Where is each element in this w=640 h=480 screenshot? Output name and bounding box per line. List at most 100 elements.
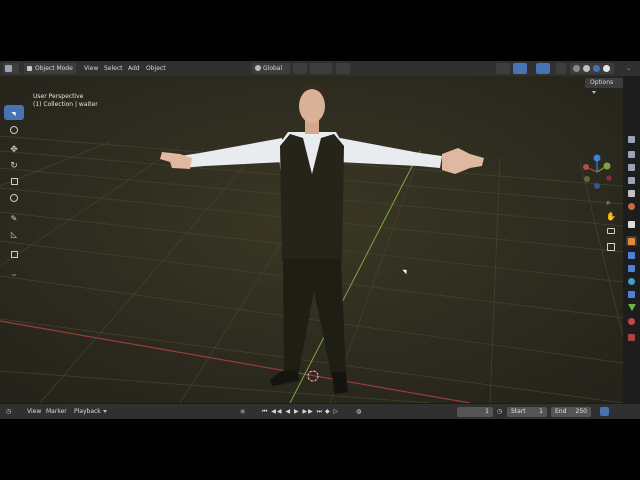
viewport-canvas — [0, 76, 623, 403]
menu-view[interactable]: View — [84, 63, 98, 74]
timeline-view-button[interactable] — [600, 407, 609, 416]
options-caret-icon — [592, 91, 596, 94]
object-tab[interactable] — [626, 236, 637, 246]
transform-icon — [10, 193, 18, 202]
header-collapse-icon[interactable]: ⌄ — [626, 63, 631, 74]
xray-button[interactable] — [556, 63, 566, 74]
current-frame-field[interactable]: 1 — [457, 407, 493, 417]
scale-tool[interactable] — [4, 174, 24, 189]
scale-icon — [10, 178, 18, 185]
shading-buttons[interactable] — [570, 63, 614, 74]
world-icon — [628, 202, 635, 210]
texture-tab[interactable] — [626, 332, 637, 342]
timeline-menu-playback[interactable]: Playback — [74, 407, 101, 417]
viewport-collection-label: (1) Collection | waiter — [33, 101, 98, 108]
pan-icon[interactable]: ✋ — [606, 212, 616, 221]
zoom-icon[interactable]: ⌕ — [606, 198, 610, 208]
pivot-button[interactable] — [293, 63, 307, 74]
proportional-edit-button[interactable] — [336, 63, 350, 74]
render-tab[interactable] — [626, 149, 637, 159]
annotate-tool[interactable]: ✎ — [4, 211, 24, 226]
end-frame-field[interactable]: End 250 — [551, 407, 591, 417]
collection-tab[interactable] — [626, 219, 637, 229]
timeline-menu-view[interactable]: View — [27, 407, 41, 417]
grid-toggle-icon[interactable] — [607, 243, 615, 251]
rendered-shading-icon — [603, 65, 610, 72]
timeline-menu-marker[interactable]: Marker — [46, 407, 67, 417]
end-value: 250 — [575, 408, 587, 415]
properties-tab-strip — [623, 76, 640, 403]
texture-icon — [628, 333, 635, 341]
material-tab[interactable] — [626, 316, 637, 326]
keying-icon[interactable]: ◉ — [240, 407, 245, 417]
scene-icon — [628, 189, 635, 197]
particles-tab[interactable] — [626, 263, 637, 273]
overlay-toggle-button[interactable] — [536, 63, 550, 74]
constraints-tab[interactable] — [626, 289, 637, 299]
add-cube-icon — [10, 251, 18, 258]
keyframe-jump-controls[interactable]: ◆ ▷ — [325, 407, 339, 417]
world-tab[interactable] — [626, 201, 637, 211]
rotate-icon: ↻ — [10, 160, 18, 171]
move-tool[interactable]: ✥ — [4, 142, 24, 157]
material-icon — [628, 317, 635, 325]
mode-label: Object Mode — [35, 65, 73, 72]
gizmo-toggle-button[interactable] — [513, 63, 527, 74]
particles-icon — [628, 264, 635, 272]
menu-select[interactable]: Select — [104, 63, 123, 74]
move-icon: ✥ — [10, 144, 18, 155]
cursor-icon — [10, 125, 18, 134]
orientation-label: Global — [263, 65, 283, 72]
visibility-button[interactable] — [496, 63, 510, 74]
constraints-icon — [628, 290, 635, 298]
object-mode-icon — [27, 66, 32, 71]
playback-controls[interactable]: ⏮ ◀◀ ◀ ▶ ▶▶ ⏭ — [262, 407, 323, 417]
camera-view-icon[interactable] — [607, 228, 615, 234]
solid-shading-icon — [583, 65, 590, 72]
data-tab[interactable] — [626, 302, 637, 312]
rotate-tool[interactable]: ↻ — [4, 158, 24, 173]
material-shading-icon — [593, 65, 600, 72]
options-label: Options — [590, 79, 614, 86]
physics-icon — [628, 277, 635, 285]
auto-key-button[interactable]: ◍ — [356, 407, 361, 417]
viewport-perspective-label: User Perspective — [33, 93, 84, 100]
start-label: Start — [511, 408, 526, 415]
modifier-tab[interactable] — [626, 250, 637, 260]
editor-type-icon — [5, 65, 12, 72]
editor-type-button[interactable] — [3, 63, 19, 74]
menu-object[interactable]: Object — [146, 63, 166, 74]
mouse-pointer — [402, 267, 409, 275]
measure-icon: ◺ — [10, 230, 18, 239]
viewport-header: Object Mode View Select Add Object Globa… — [0, 61, 640, 76]
select-box-icon — [10, 109, 18, 116]
render-icon — [628, 150, 635, 158]
snap-button[interactable] — [310, 63, 332, 74]
scene-tab[interactable] — [626, 188, 637, 198]
timeline-editor-icon[interactable]: ◷ — [6, 407, 11, 417]
view-layer-icon — [628, 176, 635, 184]
object-icon — [628, 237, 635, 245]
physics-tab[interactable] — [626, 276, 637, 286]
tool-tab[interactable] — [626, 134, 637, 144]
tool-icon — [628, 135, 635, 143]
output-icon — [628, 163, 635, 171]
view-layer-tab[interactable] — [626, 175, 637, 185]
3d-viewport[interactable]: User Perspective (1) Collection | waiter… — [0, 76, 623, 403]
curve-tool[interactable]: ⌣ — [4, 267, 24, 282]
modifier-icon — [628, 251, 635, 259]
add-cube-tool[interactable] — [4, 247, 24, 262]
start-frame-field[interactable]: Start 1 — [507, 407, 547, 417]
wireframe-shading-icon — [573, 65, 580, 72]
transform-tool[interactable] — [4, 190, 24, 205]
blender-window: Object Mode View Select Add Object Globa… — [0, 61, 640, 419]
curve-icon: ⌣ — [11, 269, 17, 279]
measure-tool[interactable]: ◺ — [4, 227, 24, 242]
data-icon — [627, 303, 636, 311]
menu-add[interactable]: Add — [128, 63, 140, 74]
output-tab[interactable] — [626, 162, 637, 172]
select-box-tool[interactable] — [4, 105, 24, 120]
cursor-tool[interactable] — [4, 122, 24, 137]
clock-icon[interactable]: ◷ — [497, 407, 502, 417]
options-dropdown[interactable]: Options — [585, 78, 623, 94]
